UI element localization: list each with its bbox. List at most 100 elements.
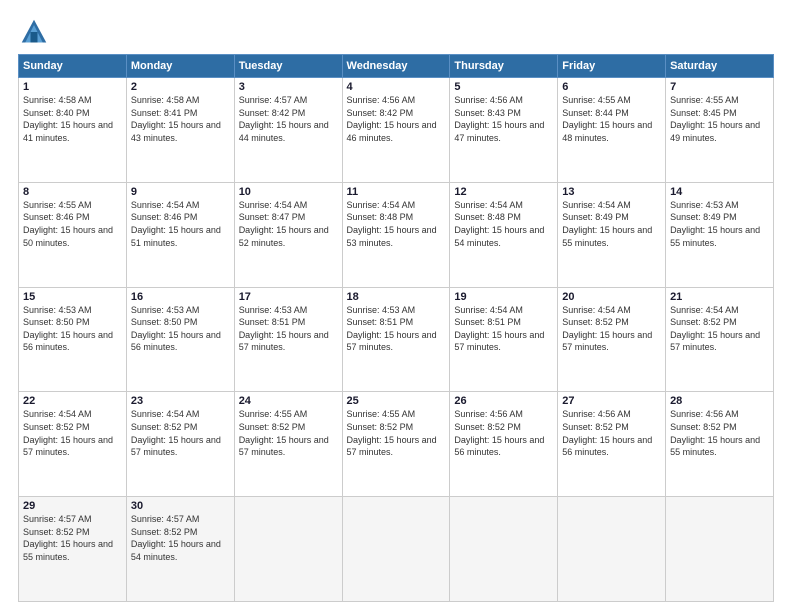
- day-number: 20: [562, 291, 661, 303]
- day-header-monday: Monday: [126, 55, 234, 78]
- day-cell-22: 22Sunrise: 4:54 AMSunset: 8:52 PMDayligh…: [19, 392, 127, 497]
- day-number: 15: [23, 291, 122, 303]
- day-info: Sunrise: 4:55 AMSunset: 8:52 PMDaylight:…: [239, 408, 338, 458]
- day-cell-24: 24Sunrise: 4:55 AMSunset: 8:52 PMDayligh…: [234, 392, 342, 497]
- day-info: Sunrise: 4:54 AMSunset: 8:52 PMDaylight:…: [562, 304, 661, 354]
- empty-cell: [558, 497, 666, 602]
- empty-cell: [450, 497, 558, 602]
- day-number: 5: [454, 81, 553, 93]
- page: SundayMondayTuesdayWednesdayThursdayFrid…: [0, 0, 792, 612]
- day-info: Sunrise: 4:54 AMSunset: 8:46 PMDaylight:…: [131, 199, 230, 249]
- day-info: Sunrise: 4:56 AMSunset: 8:42 PMDaylight:…: [347, 94, 446, 144]
- day-cell-30: 30Sunrise: 4:57 AMSunset: 8:52 PMDayligh…: [126, 497, 234, 602]
- day-info: Sunrise: 4:54 AMSunset: 8:52 PMDaylight:…: [131, 408, 230, 458]
- week-row-1: 1Sunrise: 4:58 AMSunset: 8:40 PMDaylight…: [19, 78, 774, 183]
- day-number: 1: [23, 81, 122, 93]
- day-cell-14: 14Sunrise: 4:53 AMSunset: 8:49 PMDayligh…: [666, 182, 774, 287]
- day-info: Sunrise: 4:55 AMSunset: 8:46 PMDaylight:…: [23, 199, 122, 249]
- day-number: 25: [347, 395, 446, 407]
- day-cell-13: 13Sunrise: 4:54 AMSunset: 8:49 PMDayligh…: [558, 182, 666, 287]
- logo: [18, 18, 54, 46]
- day-header-tuesday: Tuesday: [234, 55, 342, 78]
- day-info: Sunrise: 4:53 AMSunset: 8:51 PMDaylight:…: [347, 304, 446, 354]
- empty-cell: [234, 497, 342, 602]
- day-number: 18: [347, 291, 446, 303]
- day-number: 16: [131, 291, 230, 303]
- day-header-saturday: Saturday: [666, 55, 774, 78]
- day-info: Sunrise: 4:54 AMSunset: 8:52 PMDaylight:…: [670, 304, 769, 354]
- calendar-body: 1Sunrise: 4:58 AMSunset: 8:40 PMDaylight…: [19, 78, 774, 602]
- day-cell-6: 6Sunrise: 4:55 AMSunset: 8:44 PMDaylight…: [558, 78, 666, 183]
- day-header-thursday: Thursday: [450, 55, 558, 78]
- day-info: Sunrise: 4:57 AMSunset: 8:52 PMDaylight:…: [131, 513, 230, 563]
- day-cell-7: 7Sunrise: 4:55 AMSunset: 8:45 PMDaylight…: [666, 78, 774, 183]
- day-info: Sunrise: 4:56 AMSunset: 8:52 PMDaylight:…: [670, 408, 769, 458]
- day-number: 9: [131, 186, 230, 198]
- day-number: 27: [562, 395, 661, 407]
- day-cell-5: 5Sunrise: 4:56 AMSunset: 8:43 PMDaylight…: [450, 78, 558, 183]
- day-number: 19: [454, 291, 553, 303]
- day-cell-23: 23Sunrise: 4:54 AMSunset: 8:52 PMDayligh…: [126, 392, 234, 497]
- day-cell-15: 15Sunrise: 4:53 AMSunset: 8:50 PMDayligh…: [19, 287, 127, 392]
- day-cell-9: 9Sunrise: 4:54 AMSunset: 8:46 PMDaylight…: [126, 182, 234, 287]
- day-info: Sunrise: 4:57 AMSunset: 8:42 PMDaylight:…: [239, 94, 338, 144]
- day-number: 10: [239, 186, 338, 198]
- day-info: Sunrise: 4:57 AMSunset: 8:52 PMDaylight:…: [23, 513, 122, 563]
- day-cell-27: 27Sunrise: 4:56 AMSunset: 8:52 PMDayligh…: [558, 392, 666, 497]
- day-number: 6: [562, 81, 661, 93]
- day-number: 12: [454, 186, 553, 198]
- day-info: Sunrise: 4:56 AMSunset: 8:52 PMDaylight:…: [562, 408, 661, 458]
- day-cell-26: 26Sunrise: 4:56 AMSunset: 8:52 PMDayligh…: [450, 392, 558, 497]
- day-cell-16: 16Sunrise: 4:53 AMSunset: 8:50 PMDayligh…: [126, 287, 234, 392]
- day-number: 11: [347, 186, 446, 198]
- day-number: 8: [23, 186, 122, 198]
- day-info: Sunrise: 4:58 AMSunset: 8:40 PMDaylight:…: [23, 94, 122, 144]
- day-number: 3: [239, 81, 338, 93]
- day-info: Sunrise: 4:56 AMSunset: 8:43 PMDaylight:…: [454, 94, 553, 144]
- day-info: Sunrise: 4:54 AMSunset: 8:47 PMDaylight:…: [239, 199, 338, 249]
- day-info: Sunrise: 4:54 AMSunset: 8:51 PMDaylight:…: [454, 304, 553, 354]
- day-info: Sunrise: 4:58 AMSunset: 8:41 PMDaylight:…: [131, 94, 230, 144]
- logo-icon: [18, 18, 50, 46]
- day-info: Sunrise: 4:54 AMSunset: 8:48 PMDaylight:…: [454, 199, 553, 249]
- day-number: 22: [23, 395, 122, 407]
- week-row-4: 22Sunrise: 4:54 AMSunset: 8:52 PMDayligh…: [19, 392, 774, 497]
- day-info: Sunrise: 4:53 AMSunset: 8:50 PMDaylight:…: [23, 304, 122, 354]
- calendar-header-row: SundayMondayTuesdayWednesdayThursdayFrid…: [19, 55, 774, 78]
- day-number: 4: [347, 81, 446, 93]
- day-cell-3: 3Sunrise: 4:57 AMSunset: 8:42 PMDaylight…: [234, 78, 342, 183]
- day-number: 23: [131, 395, 230, 407]
- day-cell-11: 11Sunrise: 4:54 AMSunset: 8:48 PMDayligh…: [342, 182, 450, 287]
- day-cell-28: 28Sunrise: 4:56 AMSunset: 8:52 PMDayligh…: [666, 392, 774, 497]
- header: [18, 18, 774, 46]
- day-cell-4: 4Sunrise: 4:56 AMSunset: 8:42 PMDaylight…: [342, 78, 450, 183]
- calendar-table: SundayMondayTuesdayWednesdayThursdayFrid…: [18, 54, 774, 602]
- day-number: 17: [239, 291, 338, 303]
- day-number: 7: [670, 81, 769, 93]
- day-info: Sunrise: 4:54 AMSunset: 8:52 PMDaylight:…: [23, 408, 122, 458]
- day-cell-10: 10Sunrise: 4:54 AMSunset: 8:47 PMDayligh…: [234, 182, 342, 287]
- day-number: 29: [23, 500, 122, 512]
- empty-cell: [342, 497, 450, 602]
- day-info: Sunrise: 4:54 AMSunset: 8:49 PMDaylight:…: [562, 199, 661, 249]
- day-number: 2: [131, 81, 230, 93]
- day-number: 30: [131, 500, 230, 512]
- day-number: 21: [670, 291, 769, 303]
- week-row-2: 8Sunrise: 4:55 AMSunset: 8:46 PMDaylight…: [19, 182, 774, 287]
- day-number: 24: [239, 395, 338, 407]
- day-info: Sunrise: 4:55 AMSunset: 8:52 PMDaylight:…: [347, 408, 446, 458]
- empty-cell: [666, 497, 774, 602]
- day-number: 26: [454, 395, 553, 407]
- day-number: 13: [562, 186, 661, 198]
- day-info: Sunrise: 4:56 AMSunset: 8:52 PMDaylight:…: [454, 408, 553, 458]
- day-info: Sunrise: 4:55 AMSunset: 8:44 PMDaylight:…: [562, 94, 661, 144]
- day-number: 28: [670, 395, 769, 407]
- day-info: Sunrise: 4:54 AMSunset: 8:48 PMDaylight:…: [347, 199, 446, 249]
- day-number: 14: [670, 186, 769, 198]
- week-row-5: 29Sunrise: 4:57 AMSunset: 8:52 PMDayligh…: [19, 497, 774, 602]
- day-cell-17: 17Sunrise: 4:53 AMSunset: 8:51 PMDayligh…: [234, 287, 342, 392]
- day-cell-8: 8Sunrise: 4:55 AMSunset: 8:46 PMDaylight…: [19, 182, 127, 287]
- day-info: Sunrise: 4:53 AMSunset: 8:50 PMDaylight:…: [131, 304, 230, 354]
- day-cell-2: 2Sunrise: 4:58 AMSunset: 8:41 PMDaylight…: [126, 78, 234, 183]
- day-cell-12: 12Sunrise: 4:54 AMSunset: 8:48 PMDayligh…: [450, 182, 558, 287]
